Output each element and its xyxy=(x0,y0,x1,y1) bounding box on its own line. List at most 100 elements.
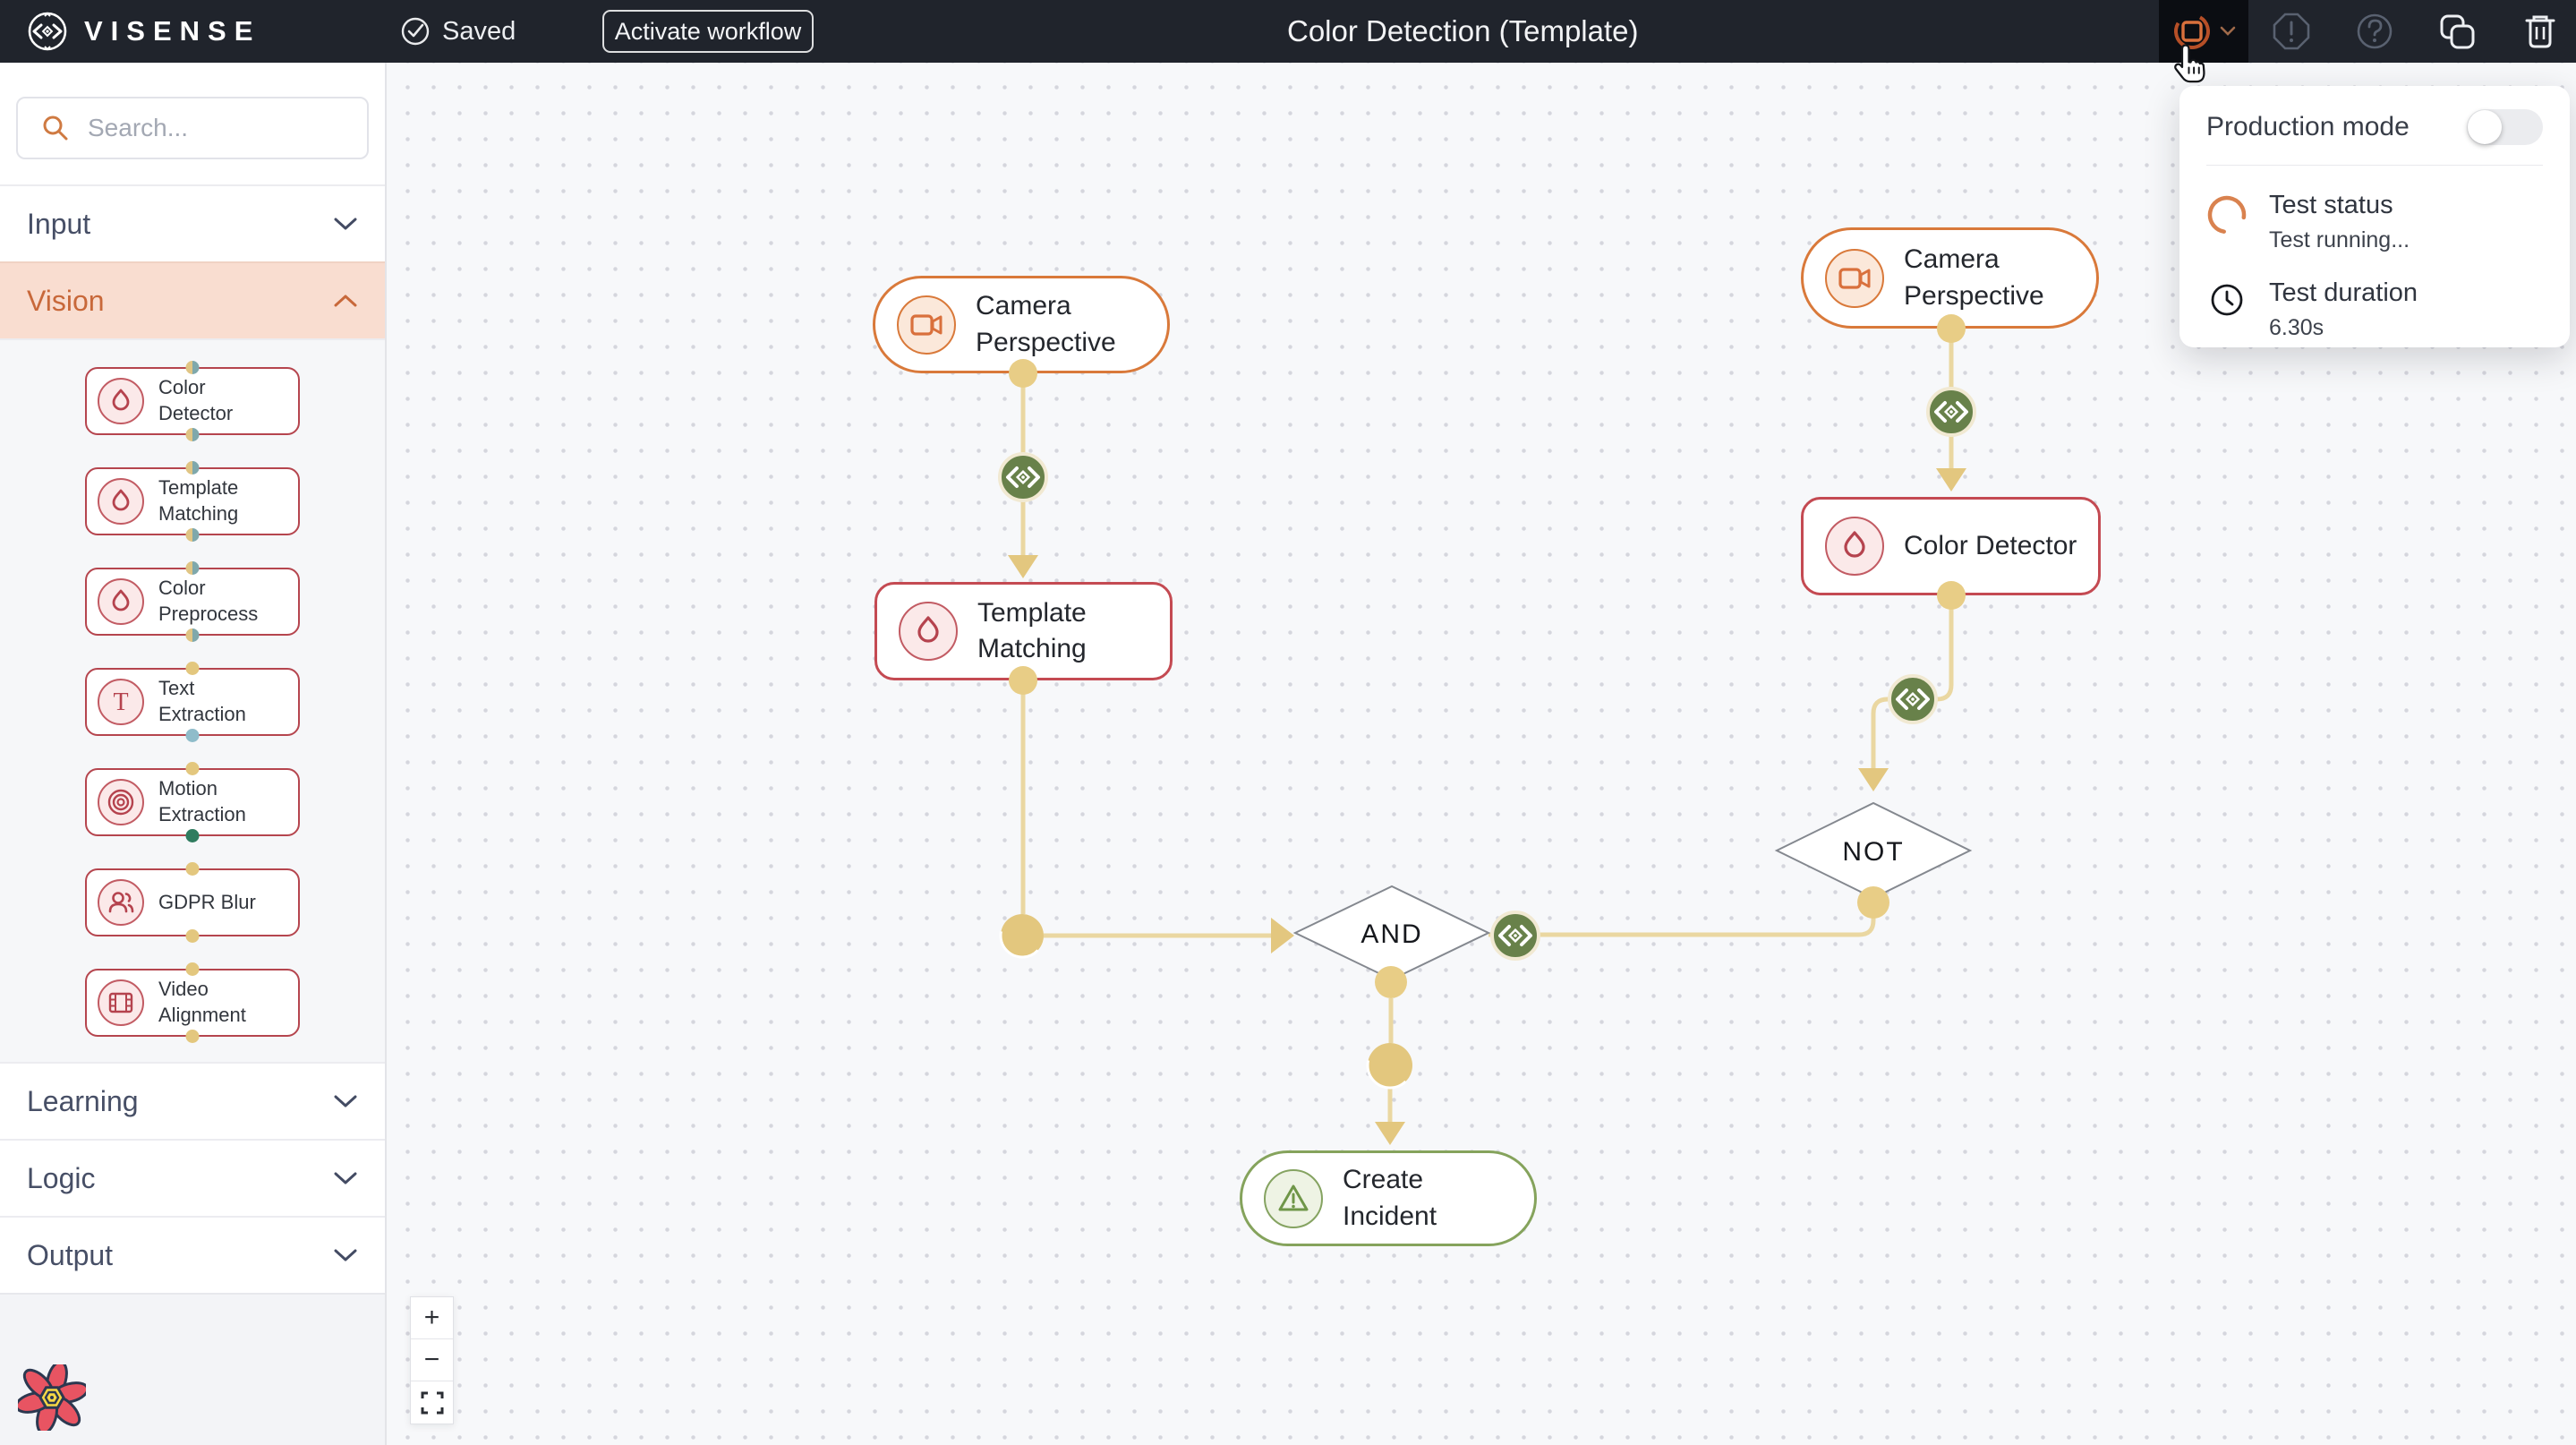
section-label: Learning xyxy=(27,1085,139,1118)
port-handle[interactable] xyxy=(186,561,200,575)
svg-text:T: T xyxy=(113,688,128,716)
test-duration-value: 6.30s xyxy=(2269,315,2418,341)
port-handle[interactable] xyxy=(186,762,200,775)
item-label: Video Alignment xyxy=(158,977,277,1028)
library-item-color-preprocess[interactable]: Color Preprocess xyxy=(85,568,300,636)
clock-icon xyxy=(2206,278,2248,341)
visense-logo-icon xyxy=(27,11,68,52)
port-handle[interactable] xyxy=(186,1030,200,1043)
node-label: Create Incident xyxy=(1343,1162,1517,1235)
saved-label: Saved xyxy=(442,17,516,47)
chevron-down-icon xyxy=(2220,26,2236,37)
port-handle[interactable] xyxy=(186,662,200,675)
activate-workflow-button[interactable]: Activate workflow xyxy=(602,10,814,53)
brand: VISENSE xyxy=(27,0,260,63)
chevron-down-icon xyxy=(333,1171,358,1185)
workflow-title: Color Detection (Template) xyxy=(1287,0,1639,63)
fit-view-button[interactable] xyxy=(411,1381,453,1424)
canvas-controls: + − xyxy=(410,1296,454,1424)
divider xyxy=(2206,165,2543,166)
port-handle[interactable] xyxy=(186,729,200,742)
node-create-incident[interactable]: Create Incident xyxy=(1240,1150,1537,1246)
search-icon xyxy=(41,114,70,142)
people-icon xyxy=(98,879,144,926)
flower-logo xyxy=(18,1364,86,1431)
chevron-up-icon xyxy=(333,294,358,308)
droplet-icon xyxy=(98,478,144,525)
sidebar-section-input[interactable]: Input xyxy=(0,184,385,261)
item-label: Template Matching xyxy=(158,475,277,526)
connector-eye-icon[interactable] xyxy=(1000,454,1046,500)
library-item-video-alignment[interactable]: Video Alignment xyxy=(85,969,300,1037)
item-label: Text Extraction xyxy=(158,676,277,727)
toggle-knob xyxy=(2468,110,2502,144)
library-item-color-detector[interactable]: Color Detector xyxy=(85,367,300,435)
test-duration-title: Test duration xyxy=(2269,278,2418,308)
node-camera-perspective-right[interactable]: Camera Perspective xyxy=(1801,227,2099,329)
port-handle[interactable] xyxy=(186,962,200,976)
library-item-motion-extraction[interactable]: Motion Extraction xyxy=(85,768,300,836)
connector-eye-icon[interactable] xyxy=(1928,389,1975,435)
chevron-down-icon xyxy=(333,1094,358,1108)
test-running-button[interactable] xyxy=(2159,0,2248,63)
node-template-matching[interactable]: Template Matching xyxy=(874,582,1173,680)
help-circle-icon[interactable] xyxy=(2346,0,2403,63)
node-camera-perspective-left[interactable]: Camera Perspective xyxy=(873,276,1170,373)
target-icon xyxy=(98,779,144,825)
port-handle[interactable] xyxy=(186,461,200,475)
node-library-sidebar: Input Vision Color Detector Template Mat… xyxy=(0,63,387,1445)
sidebar-section-vision[interactable]: Vision xyxy=(0,261,385,338)
library-item-template-matching[interactable]: Template Matching xyxy=(85,467,300,535)
letter-t-icon: T xyxy=(98,679,144,725)
connector-eye-icon[interactable] xyxy=(1889,676,1936,722)
zoom-out-button[interactable]: − xyxy=(411,1339,453,1381)
test-duration-row: Test duration 6.30s xyxy=(2206,278,2543,341)
edge-colordetector-not xyxy=(1873,595,1951,768)
port-handle[interactable] xyxy=(186,528,200,542)
alerts-octagon-icon[interactable] xyxy=(2263,0,2320,63)
node-label: Camera Perspective xyxy=(1904,242,2078,314)
sidebar-section-logic[interactable]: Logic xyxy=(0,1139,385,1216)
port-handle[interactable] xyxy=(186,929,200,943)
section-label: Input xyxy=(27,208,90,241)
production-mode-toggle[interactable] xyxy=(2467,109,2543,145)
check-circle-icon xyxy=(399,15,431,47)
zoom-in-button[interactable]: + xyxy=(411,1297,453,1339)
test-status-title: Test status xyxy=(2269,191,2410,220)
droplet-icon xyxy=(899,602,958,661)
node-label: Template Matching xyxy=(977,595,1152,668)
sidebar-section-output[interactable]: Output xyxy=(0,1216,385,1293)
production-mode-label: Production mode xyxy=(2206,112,2410,142)
item-label: Motion Extraction xyxy=(158,776,277,827)
port-handle[interactable] xyxy=(186,628,200,642)
video-camera-icon xyxy=(897,295,956,355)
sidebar-section-learning[interactable]: Learning xyxy=(0,1062,385,1139)
port-handle[interactable] xyxy=(186,361,200,374)
vision-items-list: Color Detector Template Matching Color P… xyxy=(0,338,385,1062)
chevron-down-icon xyxy=(333,217,358,231)
port-handle[interactable] xyxy=(186,862,200,876)
test-status-popover: Production mode Test status Test running… xyxy=(2179,86,2570,347)
section-label: Logic xyxy=(27,1162,96,1195)
top-navbar: VISENSE Saved Activate workflow Color De… xyxy=(0,0,2576,63)
port-handle[interactable] xyxy=(186,829,200,842)
delete-trash-icon[interactable] xyxy=(2512,0,2569,63)
warning-triangle-icon xyxy=(1264,1169,1323,1228)
and-gate[interactable] xyxy=(1295,886,1488,979)
brand-name: VISENSE xyxy=(84,15,260,47)
not-gate[interactable] xyxy=(1777,803,1970,898)
library-item-text-extraction[interactable]: T Text Extraction xyxy=(85,668,300,736)
junction-dots[interactable] xyxy=(1001,914,1412,1088)
not-gate-label: NOT xyxy=(1842,837,1904,867)
search-box[interactable] xyxy=(16,97,369,159)
droplet-icon xyxy=(1825,517,1884,576)
node-color-detector[interactable]: Color Detector xyxy=(1801,497,2101,595)
library-item-gdpr-blur[interactable]: GDPR Blur xyxy=(85,868,300,936)
connector-eye-icon[interactable] xyxy=(1492,912,1539,959)
port-handle[interactable] xyxy=(186,428,200,441)
edge-not-and xyxy=(1488,904,1873,935)
search-input[interactable] xyxy=(88,114,344,142)
node-label: Color Detector xyxy=(1904,528,2078,565)
duplicate-icon[interactable] xyxy=(2428,0,2486,63)
section-label: Vision xyxy=(27,285,105,318)
